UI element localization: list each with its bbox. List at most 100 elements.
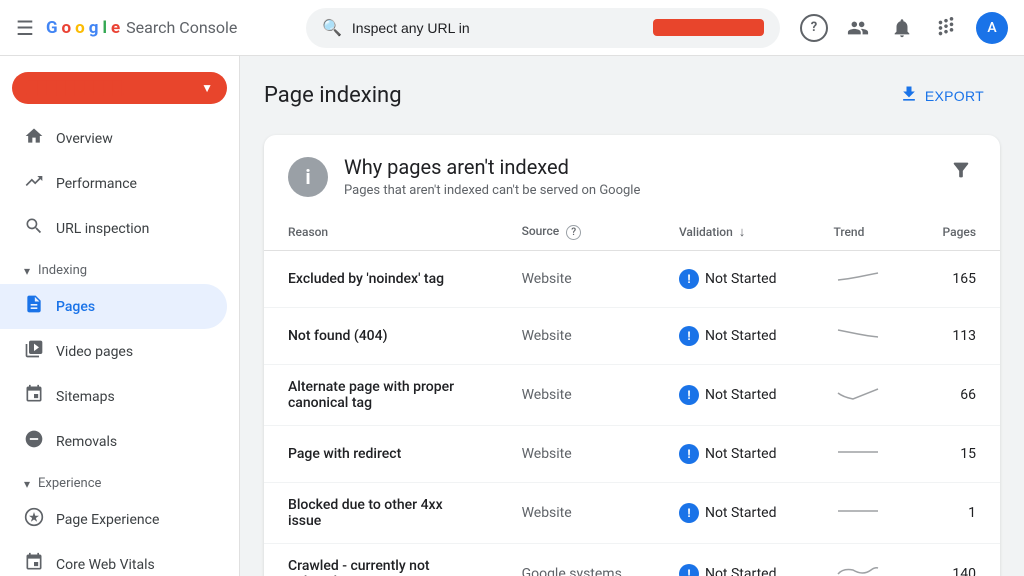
notifications-icon[interactable]	[888, 14, 916, 42]
reason-cell: Alternate page with proper canonical tag	[264, 365, 498, 426]
validation-cell: ! Not Started	[655, 544, 810, 576]
not-started-icon: !	[679, 564, 699, 576]
page-header: Page indexing EXPORT	[264, 76, 1000, 115]
hamburger-menu-icon[interactable]: ☰	[16, 16, 34, 40]
source-cell: Website	[498, 426, 655, 483]
trend-cell	[809, 251, 913, 308]
sidebar-item-removals[interactable]: Removals	[0, 419, 227, 464]
sidebar-item-performance[interactable]: Performance	[0, 161, 227, 206]
validation-column-header: Validation ↓	[655, 214, 810, 251]
removals-label: Removals	[56, 434, 117, 450]
help-icon[interactable]: ?	[800, 14, 828, 42]
export-icon	[899, 84, 919, 107]
validation-sort-icon[interactable]: ↓	[739, 225, 746, 240]
table-row[interactable]: Excluded by 'noindex' tag Website ! Not …	[264, 251, 1000, 308]
info-circle-icon: i	[288, 157, 328, 197]
url-search-bar[interactable]: 🔍 ██████████	[306, 8, 780, 48]
validation-status: Not Started	[705, 505, 777, 521]
apps-icon[interactable]	[932, 14, 960, 42]
validation-cell: ! Not Started	[655, 365, 810, 426]
sidebar-item-core-web-vitals[interactable]: Core Web Vitals	[0, 542, 227, 576]
url-inspection-icon	[24, 216, 44, 241]
sidebar-item-url-inspection[interactable]: URL inspection	[0, 206, 227, 251]
trend-cell	[809, 483, 913, 544]
source-cell: Website	[498, 365, 655, 426]
validation-cell: ! Not Started	[655, 251, 810, 308]
reason-cell: Excluded by 'noindex' tag	[264, 251, 498, 308]
sidebar-item-page-experience[interactable]: Page Experience	[0, 497, 227, 542]
source-cell: Google systems	[498, 544, 655, 576]
google-logo: Google Search Console	[46, 18, 237, 38]
accounts-icon[interactable]	[844, 14, 872, 42]
trend-chart	[833, 381, 883, 405]
pages-count-cell: 66	[913, 365, 1000, 426]
card-header: i Why pages aren't indexed Pages that ar…	[264, 135, 1000, 214]
user-avatar[interactable]: A	[976, 12, 1008, 44]
validation-status: Not Started	[705, 328, 777, 344]
sidebar-item-overview[interactable]: Overview	[0, 116, 227, 161]
card-header-left: i Why pages aren't indexed Pages that ar…	[288, 155, 640, 198]
not-started-icon: !	[679, 444, 699, 464]
trend-chart	[833, 440, 883, 464]
sitemaps-label: Sitemaps	[56, 389, 115, 405]
reason-cell: Not found (404)	[264, 308, 498, 365]
trending-up-icon	[24, 171, 44, 196]
table-row[interactable]: Not found (404) Website ! Not Started 11…	[264, 308, 1000, 365]
pages-count-cell: 165	[913, 251, 1000, 308]
search-icon: 🔍	[322, 18, 342, 37]
not-started-icon: !	[679, 385, 699, 405]
trend-chart	[833, 560, 883, 576]
table-row[interactable]: Alternate page with proper canonical tag…	[264, 365, 1000, 426]
reason-cell: Crawled - currently not indexed	[264, 544, 498, 576]
property-name: ██████████	[26, 80, 124, 96]
indexing-table: Reason Source ? Validation ↓ Trend Pages	[264, 214, 1000, 576]
reason-cell: Blocked due to other 4xx issue	[264, 483, 498, 544]
experience-section-header[interactable]: ▾ Experience	[0, 464, 239, 497]
property-selector[interactable]: ██████████ ▼	[12, 72, 227, 104]
trend-cell	[809, 365, 913, 426]
source-help-icon[interactable]: ?	[566, 225, 581, 240]
trend-cell	[809, 544, 913, 576]
reason-cell: Page with redirect	[264, 426, 498, 483]
sidebar-item-sitemaps[interactable]: Sitemaps	[0, 374, 227, 419]
topbar: ☰ Google Search Console 🔍 ██████████ ? A	[0, 0, 1024, 56]
pages-count-cell: 1	[913, 483, 1000, 544]
main-layout: ██████████ ▼ Overview Performance URL in…	[0, 56, 1024, 576]
property-dropdown-arrow: ▼	[201, 81, 213, 95]
sidebar-item-pages[interactable]: Pages	[0, 284, 227, 329]
table-row[interactable]: Page with redirect Website ! Not Started…	[264, 426, 1000, 483]
url-search-input[interactable]	[352, 20, 653, 36]
topbar-actions: ? A	[800, 12, 1008, 44]
table-row[interactable]: Crawled - currently not indexed Google s…	[264, 544, 1000, 576]
validation-cell: ! Not Started	[655, 308, 810, 365]
experience-chevron: ▾	[24, 477, 30, 491]
validation-cell: ! Not Started	[655, 483, 810, 544]
video-pages-icon	[24, 339, 44, 364]
export-label: EXPORT	[925, 88, 984, 104]
indexing-section-header[interactable]: ▾ Indexing	[0, 251, 239, 284]
source-cell: Website	[498, 308, 655, 365]
removals-icon	[24, 429, 44, 454]
page-experience-icon	[24, 507, 44, 532]
trend-cell	[809, 308, 913, 365]
core-web-vitals-icon	[24, 552, 44, 576]
sidebar-item-video-pages[interactable]: Video pages	[0, 329, 227, 374]
indexing-section-label: Indexing	[38, 263, 87, 278]
pages-count-cell: 140	[913, 544, 1000, 576]
trend-chart	[833, 322, 883, 346]
pages-count-cell: 15	[913, 426, 1000, 483]
filter-icon[interactable]	[946, 155, 976, 190]
validation-status: Not Started	[705, 271, 777, 287]
table-row[interactable]: Blocked due to other 4xx issue Website !…	[264, 483, 1000, 544]
validation-cell: ! Not Started	[655, 426, 810, 483]
not-started-icon: !	[679, 503, 699, 523]
source-column-header: Source ?	[498, 214, 655, 251]
url-highlight: ██████████	[653, 19, 764, 36]
export-button[interactable]: EXPORT	[883, 76, 1000, 115]
indexing-chevron: ▾	[24, 264, 30, 278]
brand-name: Search Console	[126, 18, 237, 37]
source-cell: Website	[498, 483, 655, 544]
url-inspection-label: URL inspection	[56, 221, 149, 237]
card-subtitle: Pages that aren't indexed can't be serve…	[344, 183, 640, 198]
main-content: Page indexing EXPORT i Why pages aren't …	[240, 56, 1024, 576]
